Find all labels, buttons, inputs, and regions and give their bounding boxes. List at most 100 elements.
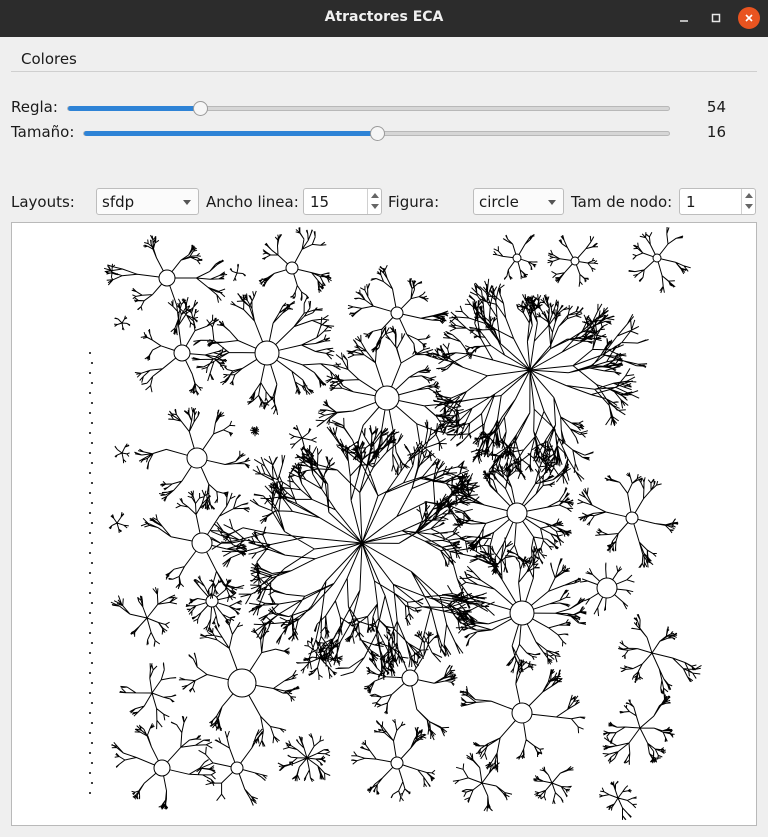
tam-nodo-label: Tam de nodo: <box>571 193 673 211</box>
attractor-cycle <box>570 256 580 266</box>
graph-node <box>89 732 91 734</box>
window-title: Atractores ECA <box>324 9 444 25</box>
graph-node <box>89 612 91 614</box>
attractor-cycle <box>596 577 618 599</box>
chevron-up-icon[interactable] <box>745 193 753 198</box>
minimize-button[interactable] <box>673 7 695 29</box>
maximize-button[interactable] <box>705 7 727 29</box>
graph-node <box>91 382 93 384</box>
graph-node <box>91 682 93 684</box>
graph-node <box>89 712 91 714</box>
regla-slider[interactable] <box>67 101 670 116</box>
graph-node <box>91 422 93 424</box>
attractor-cycle <box>254 340 280 366</box>
tam-nodo-stepper[interactable] <box>741 189 755 214</box>
chevron-up-icon[interactable] <box>371 193 379 198</box>
chevron-down-icon <box>548 200 556 205</box>
graph-node <box>89 592 91 594</box>
figura-selected: circle <box>479 193 519 211</box>
tamano-slider-handle[interactable] <box>369 126 385 141</box>
attractor-cycle <box>652 253 662 263</box>
graph-node <box>89 552 91 554</box>
chevron-down-icon[interactable] <box>745 204 753 209</box>
attractor-cycle <box>186 447 208 469</box>
attractor-cycle <box>158 269 176 287</box>
graph-node <box>91 762 93 764</box>
attractor-cycle <box>173 344 191 362</box>
graph-node <box>91 502 93 504</box>
graph-canvas[interactable] <box>11 222 757 826</box>
graph-node <box>91 442 93 444</box>
chevron-down-icon <box>183 200 191 205</box>
attractor-cycle <box>511 702 533 724</box>
attractor-cycle <box>153 759 171 777</box>
graph-node <box>89 652 91 654</box>
graph-node <box>89 372 91 374</box>
menu-bar: Colores <box>11 45 757 72</box>
graph-node <box>89 772 91 774</box>
graph-node <box>89 672 91 674</box>
graph-node <box>89 412 91 414</box>
title-bar: Atractores ECA <box>0 0 768 37</box>
graph-node <box>91 482 93 484</box>
tamano-slider[interactable] <box>83 126 670 141</box>
ancho-linea-spinbox[interactable]: 15 <box>303 188 382 215</box>
minimize-icon <box>680 20 688 22</box>
figura-select[interactable]: circle <box>473 188 564 215</box>
tamano-slider-fill <box>84 131 377 136</box>
layouts-select[interactable]: sfdp <box>96 188 199 215</box>
graph-node <box>91 782 93 784</box>
regla-slider-fill <box>68 106 201 111</box>
attractor-trees <box>103 226 702 821</box>
graph-node <box>91 582 93 584</box>
graph-node <box>89 512 91 514</box>
layouts-label: Layouts: <box>11 193 75 211</box>
graph-node <box>89 472 91 474</box>
graph-node <box>91 462 93 464</box>
attractor-cycle <box>625 511 639 525</box>
menu-colores[interactable]: Colores <box>21 50 77 68</box>
graph-node <box>91 562 93 564</box>
graph-node <box>91 622 93 624</box>
attractor-cycle <box>506 502 528 524</box>
chevron-down-icon[interactable] <box>371 204 379 209</box>
attractor-cycle <box>401 669 419 687</box>
layouts-selected: sfdp <box>102 193 135 211</box>
attractor-cycle <box>227 668 257 698</box>
attractor-cycle <box>512 253 522 263</box>
graph-node <box>89 572 91 574</box>
regla-slider-handle[interactable] <box>193 101 209 116</box>
graph-node <box>89 492 91 494</box>
attractor-cycle <box>285 261 299 275</box>
graph-node <box>91 722 93 724</box>
graph-node <box>89 692 91 694</box>
graph-node <box>89 632 91 634</box>
graph-node <box>89 352 91 354</box>
close-button[interactable] <box>738 7 760 29</box>
attractor-cycle <box>191 532 213 554</box>
regla-value: 54 <box>706 98 726 116</box>
figura-label: Figura: <box>388 193 440 211</box>
graph-node <box>91 522 93 524</box>
graph-node <box>89 752 91 754</box>
graph-node <box>91 542 93 544</box>
graph-node <box>91 402 93 404</box>
graph-node <box>91 742 93 744</box>
ancho-linea-label: Ancho linea: <box>206 193 299 211</box>
attractor-cycle <box>390 756 404 770</box>
attractor-cycle <box>509 600 535 626</box>
regla-label: Regla: <box>11 98 58 116</box>
close-icon <box>745 14 753 22</box>
graph-node <box>91 662 93 664</box>
graph-node <box>91 362 93 364</box>
maximize-icon <box>711 13 721 23</box>
ancho-linea-value: 15 <box>310 193 330 211</box>
attractor-cycle <box>374 385 400 411</box>
graph-node <box>89 452 91 454</box>
attractor-cycle <box>390 306 404 320</box>
tam-nodo-spinbox[interactable]: 1 <box>679 188 756 215</box>
graph-node <box>91 602 93 604</box>
tamano-label: Tamaño: <box>11 123 75 141</box>
ancho-linea-stepper[interactable] <box>367 189 381 214</box>
graph-node <box>91 702 93 704</box>
